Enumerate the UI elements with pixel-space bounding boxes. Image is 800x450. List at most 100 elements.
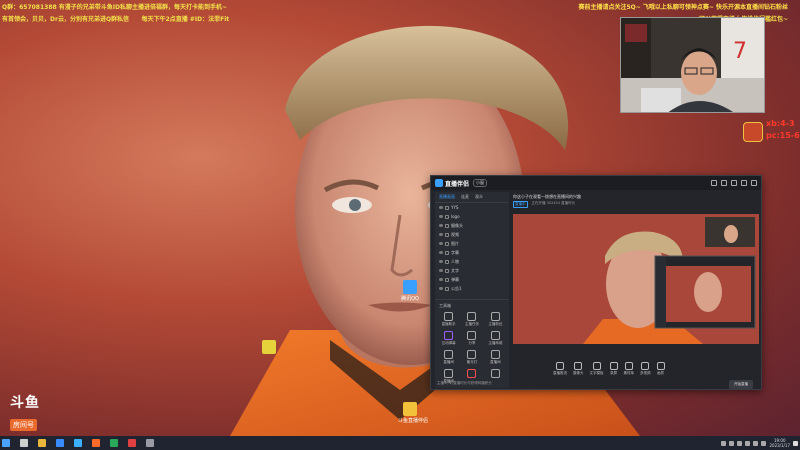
desktop-icon-file[interactable] — [257, 340, 281, 355]
tab-live-scene[interactable]: 直播画面 — [439, 194, 455, 200]
scene-item[interactable]: 人物 — [435, 257, 509, 266]
eye-icon[interactable] — [439, 287, 443, 290]
live-preview[interactable] — [513, 214, 759, 344]
lock-icon[interactable] — [445, 241, 449, 246]
douyu-taskbar-icon[interactable] — [92, 439, 100, 447]
window-mode-tag[interactable]: 小窗 — [473, 179, 488, 187]
tool-icon — [467, 350, 477, 359]
lock-icon[interactable] — [445, 232, 449, 237]
eye-icon[interactable] — [439, 269, 443, 272]
tray-icon[interactable] — [721, 440, 727, 446]
bottom-tool[interactable]: 摄像头 — [573, 362, 584, 376]
scene-item[interactable]: 字幕 — [435, 248, 509, 257]
tool-item[interactable]: 主播商城 — [485, 331, 506, 346]
streaming-app-window[interactable]: 直播伴侣 小窗 直播画面 连麦 观众 YYS logo 摄像头 视频 图片 字幕 — [430, 175, 762, 390]
eye-icon[interactable] — [439, 206, 443, 209]
bottom-tool[interactable]: 文字模板 — [590, 362, 604, 376]
stream-title[interactable]: 你这小子在观看一拨想在直播间的兴趣 — [513, 192, 759, 200]
browser-icon[interactable] — [74, 439, 82, 447]
search-icon[interactable] — [20, 439, 28, 447]
eye-icon[interactable] — [439, 233, 443, 236]
tool-item[interactable]: 直播间 — [438, 350, 459, 365]
bottom-tool[interactable]: 直播推流 — [553, 362, 567, 376]
lock-icon[interactable] — [445, 250, 449, 255]
file-icon — [262, 340, 276, 354]
bottom-tool[interactable]: 画质 — [656, 362, 665, 376]
file-explorer-icon[interactable] — [38, 439, 46, 447]
scene-item[interactable]: 弹幕 — [435, 275, 509, 284]
scene-item[interactable]: logo — [435, 212, 509, 221]
scene-item[interactable]: 公告1 — [435, 284, 509, 293]
windows-start-icon[interactable] — [2, 439, 10, 447]
tool-item[interactable]: 直播间 — [485, 350, 506, 365]
lock-icon[interactable] — [445, 277, 449, 282]
lock-icon[interactable] — [445, 205, 449, 210]
lock-icon[interactable] — [445, 268, 449, 273]
lock-icon[interactable] — [445, 259, 449, 264]
tool-item[interactable]: 直播助手 — [438, 312, 459, 327]
tool-item[interactable]: 分享 — [461, 331, 482, 346]
eye-icon[interactable] — [439, 224, 443, 227]
scene-item[interactable]: 文字 — [435, 266, 509, 275]
room-label: 房间号 — [10, 419, 37, 431]
bottom-tool[interactable]: 录屏 — [609, 362, 618, 376]
start-live-button[interactable]: 开始直播 — [729, 380, 753, 389]
score-overlay: xb:4-3 pc:15-6 — [766, 118, 800, 142]
tool-item[interactable]: 主播任务 — [461, 312, 482, 327]
bottom-tool[interactable]: 素材库 — [624, 362, 634, 376]
scene-item[interactable]: 摄像头 — [435, 221, 509, 230]
notification-icon[interactable] — [793, 440, 798, 446]
douyu-companion-icon — [403, 402, 417, 416]
preview-scene — [513, 214, 759, 344]
network-icon[interactable] — [745, 440, 751, 446]
desktop-icon-douyu-companion[interactable]: 斗鱼直播伴侣 — [398, 402, 428, 424]
app-titlebar[interactable]: 直播伴侣 小窗 — [431, 176, 761, 190]
menu-icon[interactable] — [731, 180, 737, 186]
webcam-scene: 7 — [621, 18, 764, 112]
minimize-icon[interactable] — [741, 180, 747, 186]
scene-item[interactable]: 图片 — [435, 239, 509, 248]
scene-item[interactable]: YYS — [435, 203, 509, 212]
tool-item[interactable]: 聚光灯 — [461, 350, 482, 365]
app-logo: 直播伴侣 — [435, 179, 469, 188]
tool-icon — [490, 350, 500, 359]
tray-icon[interactable] — [729, 440, 735, 446]
close-icon[interactable] — [751, 180, 757, 186]
eye-icon[interactable] — [439, 251, 443, 254]
eye-icon[interactable] — [439, 242, 443, 245]
tab-audience[interactable]: 观众 — [475, 194, 483, 200]
tool-icon — [467, 331, 477, 340]
qq-taskbar-icon[interactable] — [56, 439, 64, 447]
tool-item[interactable]: 互动弹幕 — [438, 331, 459, 346]
desktop-icon-qq[interactable]: 腾讯QQ — [398, 280, 422, 302]
scene-item[interactable]: 视频 — [435, 230, 509, 239]
app-taskbar-icon[interactable] — [110, 439, 118, 447]
eye-icon[interactable] — [439, 278, 443, 281]
app-taskbar-icon[interactable] — [128, 439, 136, 447]
lock-icon[interactable] — [445, 286, 449, 291]
desktop: Q群：657081388 有漫子的兄弟带斗鱼ID私聊主播进倍福群，每天打卡能到手… — [0, 0, 800, 450]
volume-icon[interactable] — [753, 440, 759, 446]
toolbox-grid: 直播助手 主播任务 主播粉丝 互动弹幕 分享 主播商城 直播间 聚光灯 直播间 … — [435, 312, 509, 384]
eye-icon[interactable] — [439, 260, 443, 263]
settings-icon[interactable] — [711, 180, 717, 186]
tool-icon — [490, 369, 500, 378]
clock[interactable]: 19:00 2023/1/17 — [769, 438, 790, 448]
tool-icon — [467, 369, 477, 378]
language-icon[interactable] — [761, 440, 767, 446]
bottom-tool-icon — [592, 362, 601, 370]
stream-overlay-left: Q群：657081388 有漫子的兄弟带斗鱼ID私聊主播进倍福群，每天打卡能到手… — [2, 2, 229, 26]
message-icon[interactable] — [721, 180, 727, 186]
tab-link-mic[interactable]: 连麦 — [461, 194, 469, 200]
scene-panel: 直播画面 连麦 观众 YYS logo 摄像头 视频 图片 字幕 人物 文字 弹… — [435, 192, 509, 388]
tray-icon[interactable] — [737, 440, 743, 446]
eye-icon[interactable] — [439, 215, 443, 218]
bottom-tool[interactable]: 多视频 — [640, 362, 651, 376]
score-line2: pc:15-6 — [766, 131, 800, 140]
lock-icon[interactable] — [445, 214, 449, 219]
lock-icon[interactable] — [445, 223, 449, 228]
app-taskbar-icon[interactable] — [146, 439, 154, 447]
webcam-feed: 7 — [620, 17, 765, 113]
qq-icon — [403, 280, 417, 294]
tool-item[interactable]: 主播粉丝 — [485, 312, 506, 327]
